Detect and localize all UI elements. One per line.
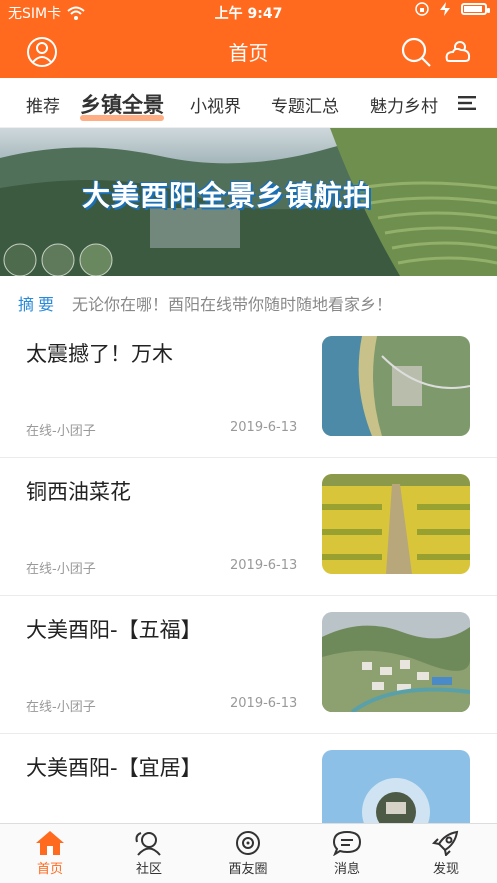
category-tabs: 推荐 乡镇全景 小视界 专题汇总 魅力乡村: [0, 78, 497, 128]
bottom-tab-label: 发现: [432, 862, 459, 877]
summary-label: 摘要: [18, 295, 59, 314]
article-item[interactable]: 铜西油菜花 在线-小团子 2019-6-13: [0, 458, 497, 596]
app-header: 首页: [0, 24, 497, 78]
tab-recommend[interactable]: 推荐: [26, 92, 60, 117]
bottom-tab-label: 消息: [333, 862, 360, 877]
bottom-tab-label: 首页: [36, 862, 63, 877]
bottom-tab-label: 酉友圈: [228, 862, 268, 877]
article-author: 在线-小团子: [26, 700, 96, 715]
home-icon: [36, 831, 64, 855]
article-date: 2019-6-13: [230, 420, 298, 435]
community-icon: [135, 832, 161, 856]
banner-carousel[interactable]: 大美酉阳全景乡镇航拍: [0, 128, 497, 276]
article-author: 在线-小团子: [26, 424, 96, 439]
article-thumbnail: [322, 336, 470, 436]
bottom-tab-discover[interactable]: 发现: [406, 830, 486, 877]
article-item[interactable]: 太震撼了！万木 在线-小团子 2019-6-13: [0, 320, 497, 458]
bottom-tab-home[interactable]: 首页: [10, 830, 90, 877]
bottom-navigation: 首页 社区 酉友圈 消息 发现: [0, 823, 497, 883]
article-thumbnail: [322, 612, 470, 712]
article-author: 在线-小团子: [26, 562, 96, 577]
article-title: 大美酉阳-【宜居】: [26, 756, 202, 780]
tab-topics[interactable]: 专题汇总: [271, 92, 339, 117]
bottom-tab-label: 社区: [135, 862, 162, 877]
bottom-tab-moments[interactable]: 酉友圈: [208, 830, 288, 877]
summary-bar: 摘要 无论你在哪！酉阳在线带你随时随地看家乡！: [0, 286, 497, 320]
battery-icon: [461, 3, 490, 15]
moments-icon: [236, 831, 260, 855]
bottom-tab-messages[interactable]: 消息: [307, 830, 387, 877]
banner-title: 大美酉阳全景乡镇航拍: [82, 179, 373, 212]
tab-township-panorama[interactable]: 乡镇全景: [80, 89, 164, 121]
message-icon: [332, 830, 362, 856]
rocket-icon: [431, 830, 459, 856]
article-thumbnail: [322, 474, 470, 574]
menu-icon[interactable]: [458, 96, 476, 110]
article-title: 太震撼了！万木: [26, 342, 173, 366]
summary-text: 无论你在哪！酉阳在线带你随时随地看家乡！: [72, 295, 393, 314]
orientation-lock-icon: [415, 2, 429, 16]
tab-small-vision[interactable]: 小视界: [190, 92, 241, 117]
article-title: 铜西油菜花: [26, 480, 131, 504]
article-title: 大美酉阳-【五福】: [26, 618, 202, 642]
article-item[interactable]: 大美酉阳-【五福】 在线-小团子 2019-6-13: [0, 596, 497, 734]
article-date: 2019-6-13: [230, 558, 298, 573]
charging-icon: [440, 2, 450, 16]
article-date: 2019-6-13: [230, 696, 298, 711]
tab-charming-village[interactable]: 魅力乡村: [370, 92, 438, 117]
search-icon[interactable]: [400, 36, 432, 68]
status-bar: 无SIM卡 上午 9:47: [0, 0, 497, 24]
weather-icon[interactable]: [442, 36, 474, 68]
bottom-tab-community[interactable]: 社区: [109, 830, 189, 877]
